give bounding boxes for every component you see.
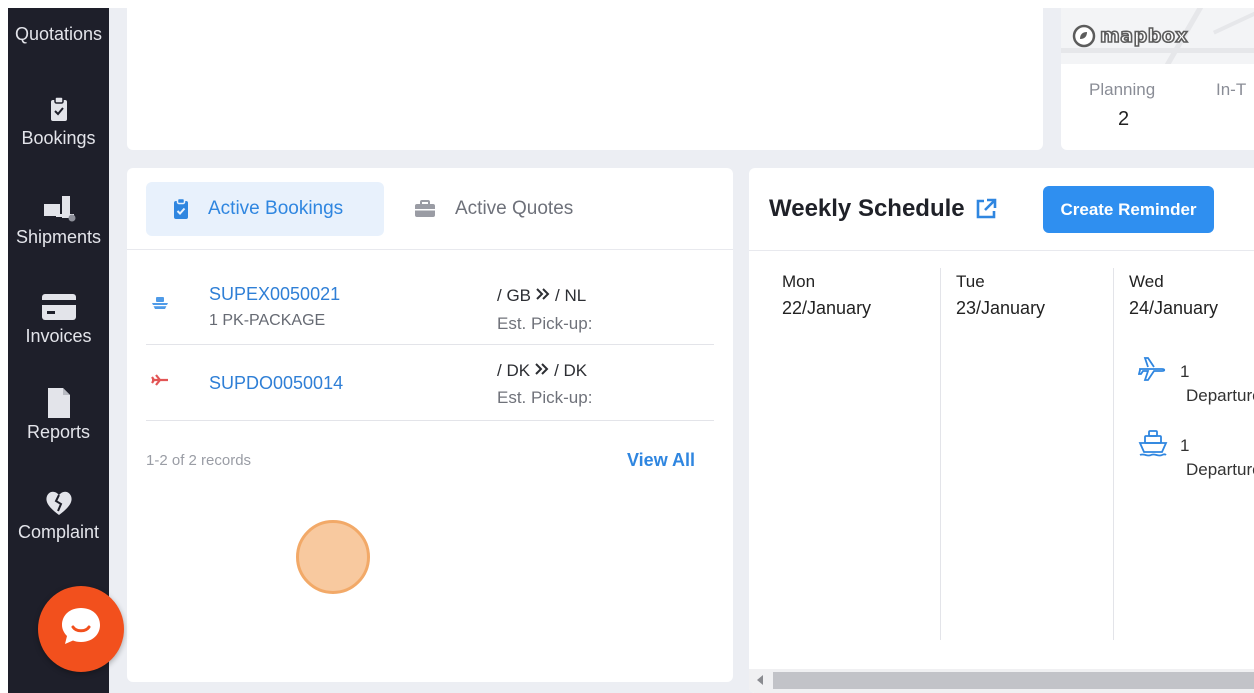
double-chevron-right-icon bbox=[534, 361, 550, 381]
horizontal-scrollbar[interactable] bbox=[749, 669, 1254, 693]
weekly-schedule-card: Weekly Schedule Create Reminder Mon 22/J… bbox=[749, 168, 1254, 693]
map-view[interactable]: mapbox bbox=[1061, 8, 1254, 64]
sidebar-item-label: Shipments bbox=[15, 227, 102, 247]
ship-icon bbox=[1138, 430, 1168, 463]
sidebar-item-label: Quotations bbox=[14, 24, 103, 44]
chat-icon bbox=[58, 604, 104, 655]
stat-label-planning: Planning bbox=[1089, 80, 1156, 99]
broken-heart-icon bbox=[44, 488, 74, 518]
inbox-icon bbox=[46, 8, 72, 20]
booking-row[interactable]: SUPEX0050021 1 PK-PACKAGE / GB / NL Est.… bbox=[146, 268, 714, 344]
bookings-tabs: Active Bookings Active Quotes bbox=[127, 168, 733, 250]
plane-icon bbox=[1137, 356, 1166, 387]
booking-pickup: Est. Pick-up: bbox=[497, 314, 593, 333]
shipment-status-card: mapbox Planning 2 In-T bbox=[1061, 8, 1254, 150]
booking-reference-link[interactable]: SUPDO0050014 bbox=[209, 373, 343, 394]
credit-card-icon bbox=[41, 292, 77, 322]
tab-label: Active Bookings bbox=[208, 198, 344, 219]
map-panel-card bbox=[127, 8, 1043, 150]
booking-row[interactable]: SUPDO0050014 / DK / DK Est. Pick-up: bbox=[146, 345, 714, 421]
tab-label: Active Quotes bbox=[455, 198, 574, 219]
booking-reference-link[interactable]: SUPEX0050021 bbox=[209, 284, 340, 305]
schedule-event[interactable]: 1 Departures bbox=[1137, 356, 1254, 410]
document-icon bbox=[47, 388, 71, 418]
mapbox-logo: mapbox bbox=[1072, 24, 1188, 48]
sidebar-item-bookings[interactable]: Bookings bbox=[8, 94, 109, 149]
booking-route: / DK / DK bbox=[497, 361, 588, 381]
day-column-mon: Mon 22/January bbox=[782, 272, 872, 318]
scroll-left-icon[interactable] bbox=[757, 675, 763, 685]
booking-package: 1 PK-PACKAGE bbox=[209, 312, 326, 329]
sidebar-item-label: Bookings bbox=[21, 128, 96, 148]
plane-icon bbox=[151, 373, 169, 391]
clipboard-check-icon bbox=[50, 94, 68, 124]
active-bookings-card: Active Bookings Active Quotes SUPEX00500… bbox=[127, 168, 733, 682]
sidebar-item-label: Invoices bbox=[25, 326, 92, 346]
stat-value-planning: 2 bbox=[1118, 108, 1130, 130]
schedule-header: Weekly Schedule Create Reminder bbox=[749, 168, 1254, 251]
sidebar-item-quotations[interactable]: Quotations bbox=[8, 8, 109, 45]
mapbox-icon bbox=[1072, 24, 1096, 48]
tab-active-quotes[interactable]: Active Quotes bbox=[414, 182, 573, 236]
create-reminder-button[interactable]: Create Reminder bbox=[1043, 186, 1214, 233]
view-all-link[interactable]: View All bbox=[627, 450, 695, 471]
ship-icon bbox=[151, 296, 169, 315]
sidebar-item-complaint[interactable]: Complaint bbox=[8, 488, 109, 543]
day-column-tue: Tue 23/January bbox=[940, 268, 1113, 640]
booking-route: / GB / NL bbox=[497, 286, 587, 306]
external-link-icon[interactable] bbox=[975, 198, 997, 220]
sidebar-item-invoices[interactable]: Invoices bbox=[8, 292, 109, 347]
divider bbox=[146, 420, 714, 421]
schedule-event[interactable]: 1 Departures bbox=[1138, 430, 1254, 484]
clipboard-check-icon bbox=[173, 198, 189, 220]
sidebar-item-reports[interactable]: Reports bbox=[8, 388, 109, 443]
schedule-title: Weekly Schedule bbox=[769, 195, 997, 223]
double-chevron-right-icon bbox=[535, 286, 551, 306]
tab-active-bookings[interactable]: Active Bookings bbox=[146, 182, 384, 236]
sidebar-item-label: Complaint bbox=[17, 522, 100, 542]
chat-launcher-button[interactable] bbox=[38, 586, 124, 672]
stat-label-in-transit: In-T bbox=[1216, 80, 1247, 99]
scrollbar-thumb[interactable] bbox=[773, 672, 1254, 689]
truck-box-icon bbox=[42, 193, 76, 223]
click-indicator bbox=[296, 520, 370, 594]
briefcase-icon bbox=[414, 200, 436, 218]
records-count: 1-2 of 2 records bbox=[146, 452, 252, 469]
sidebar-item-shipments[interactable]: Shipments bbox=[8, 193, 109, 248]
day-column-wed: Wed 24/January 1 Departures 1 Departures bbox=[1113, 268, 1254, 640]
booking-pickup: Est. Pick-up: bbox=[497, 388, 593, 407]
sidebar-item-label: Reports bbox=[26, 422, 91, 442]
app-frame: Quotations Bookings Shipments Invoices R bbox=[8, 8, 1254, 693]
